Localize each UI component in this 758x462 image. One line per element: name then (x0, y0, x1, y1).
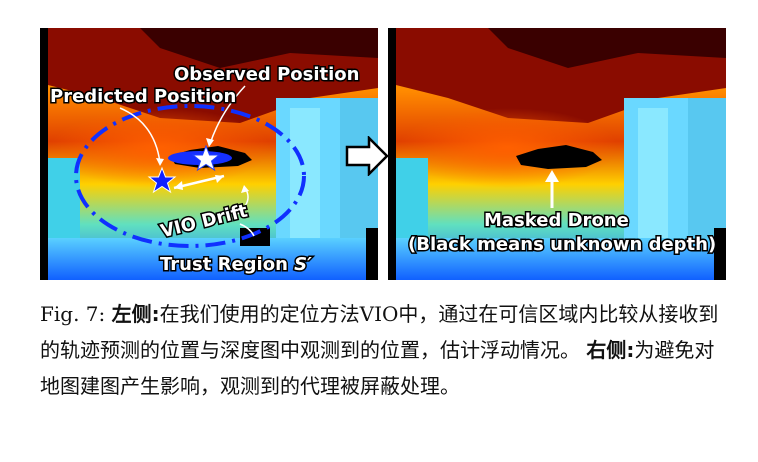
left-heading: 左侧: (111, 302, 160, 326)
predicted-position-label: Predicted Position (50, 86, 236, 107)
figure-number: Fig. 7: (40, 302, 106, 326)
transition-arrow-icon (345, 134, 389, 180)
observed-position-label: Observed Position (174, 64, 359, 85)
left-depth-image: Observed Position Predicted Position VIO… (40, 28, 378, 280)
masked-drone-label: Masked Drone (484, 210, 629, 231)
trust-region-text: Trust Region (160, 254, 288, 275)
figure-caption: Fig. 7: 左侧:在我们使用的定位方法VIO中，通过在可信区域内比较从接收到… (40, 296, 730, 404)
right-depth-image: Masked Drone (Black means unknown depth) (388, 28, 726, 280)
unknown-depth-label: (Black means unknown depth) (408, 234, 716, 255)
trust-region-label: Trust Region S′ (160, 254, 312, 275)
trust-region-symbol: S′ (294, 254, 312, 275)
right-heading: 右侧: (586, 338, 635, 362)
